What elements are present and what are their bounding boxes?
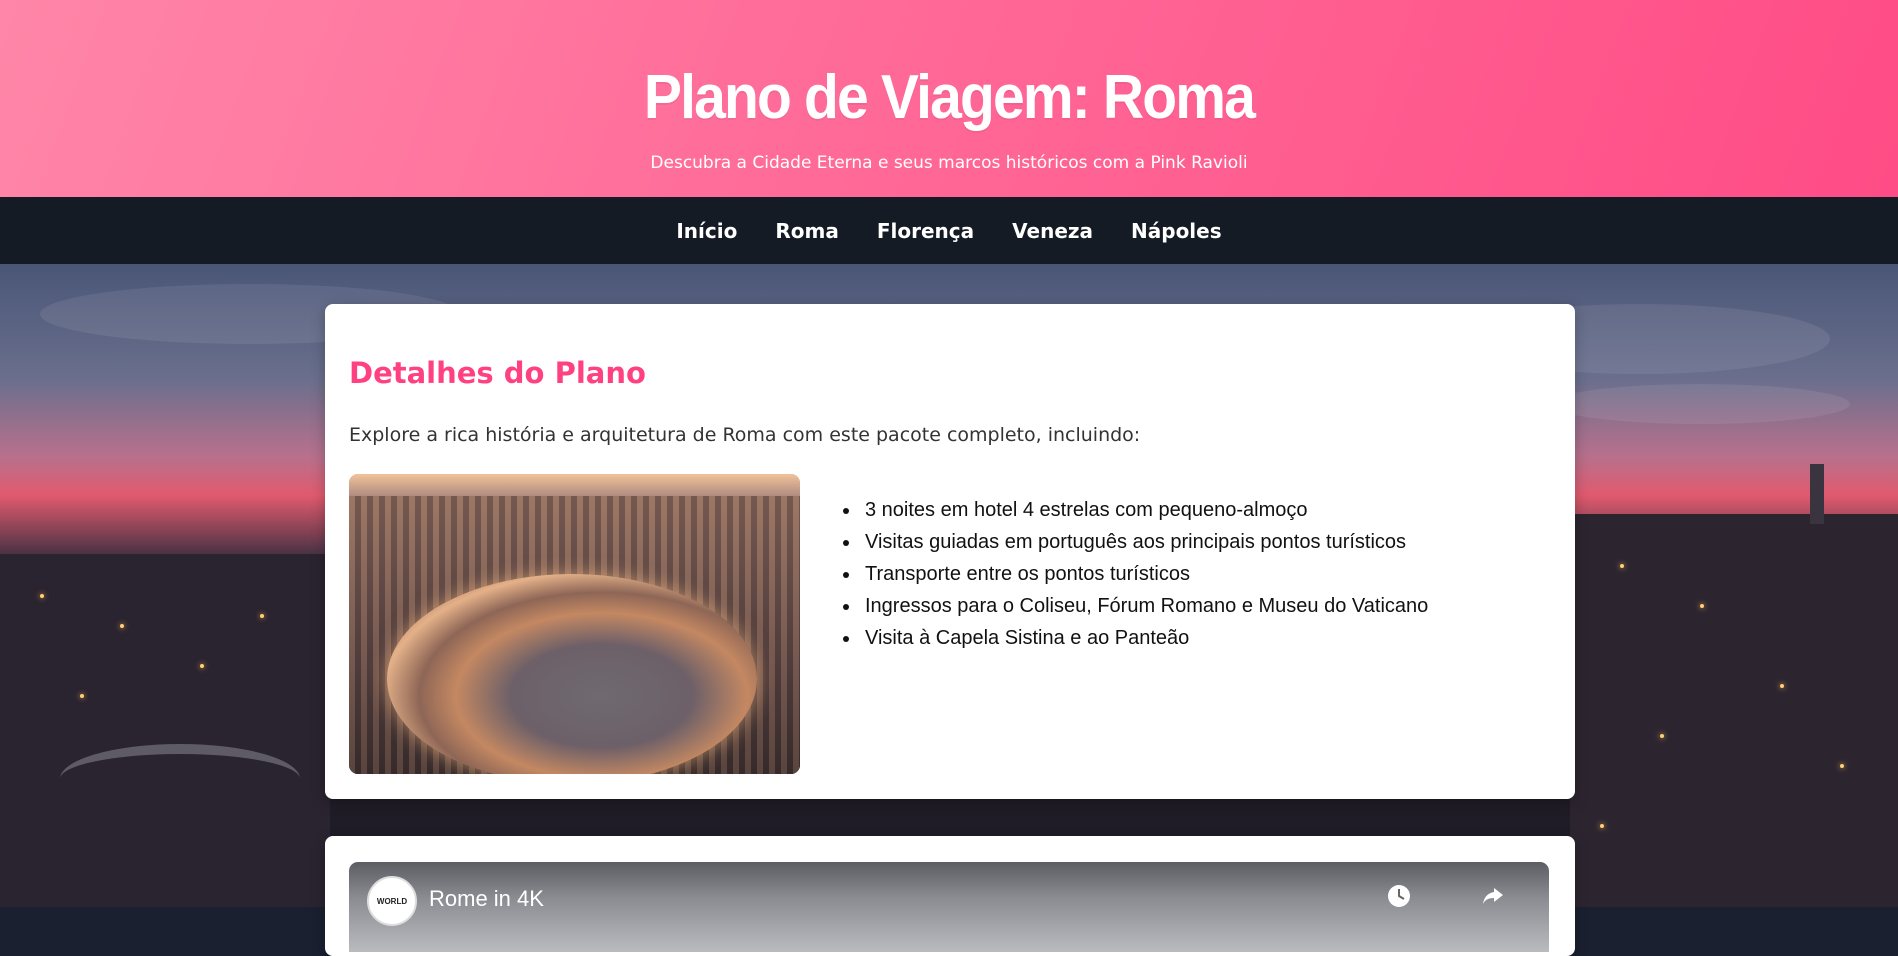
city-light [1700,604,1704,608]
page-title: Plano de Viagem: Roma [643,63,1256,132]
page-subtitle: Descubra a Cidade Eterna e seus marcos h… [650,153,1248,173]
plan-details-card: Detalhes do Plano Explore a rica históri… [325,304,1575,799]
channel-avatar[interactable]: WORLD [367,876,417,926]
plan-items-list: 3 noites em hotel 4 estrelas com pequeno… [833,494,1428,654]
city-light [1660,734,1664,738]
cloud [1550,384,1850,424]
city-light [1620,564,1624,568]
city-light [1600,824,1604,828]
site-header: Plano de Viagem: Roma Descubra a Cidade … [0,0,1898,197]
city-light [40,594,44,598]
city-light [80,694,84,698]
city-light [200,664,204,668]
plan-intro: Explore a rica história e arquitetura de… [349,424,1141,446]
city-buildings-right [1570,514,1898,907]
list-item: Visita à Capela Sistina e ao Panteão [861,622,1428,654]
nav-link-florenca[interactable]: Florença [877,219,974,243]
tower [1810,464,1824,524]
city-light [260,614,264,618]
video-card: WORLD Rome in 4K [325,836,1575,956]
city-light [120,624,124,628]
nav-link-inicio[interactable]: Início [676,219,737,243]
colosseum [387,574,757,774]
nav-link-roma[interactable]: Roma [775,219,838,243]
main-nav: Início Roma Florença Veneza Nápoles [0,197,1898,264]
video-title[interactable]: Rome in 4K [429,886,544,912]
list-item: 3 noites em hotel 4 estrelas com pequeno… [861,494,1428,526]
list-item: Ingressos para o Coliseu, Fórum Romano e… [861,590,1428,622]
list-item: Transporte entre os pontos turísticos [861,558,1428,590]
colosseum-image [349,474,800,774]
bridge [60,744,300,814]
image-sky [349,474,800,496]
plan-heading: Detalhes do Plano [349,356,646,390]
channel-avatar-text: WORLD [376,896,408,906]
city-light [1840,764,1844,768]
list-item: Visitas guiadas em português aos princip… [861,526,1428,558]
watch-later-icon[interactable] [1385,882,1413,910]
city-light [1780,684,1784,688]
share-icon[interactable] [1479,882,1507,910]
city-buildings-left [0,554,330,907]
nav-link-veneza[interactable]: Veneza [1012,219,1093,243]
nav-link-napoles[interactable]: Nápoles [1131,219,1222,243]
video-player[interactable]: WORLD Rome in 4K [349,862,1549,952]
